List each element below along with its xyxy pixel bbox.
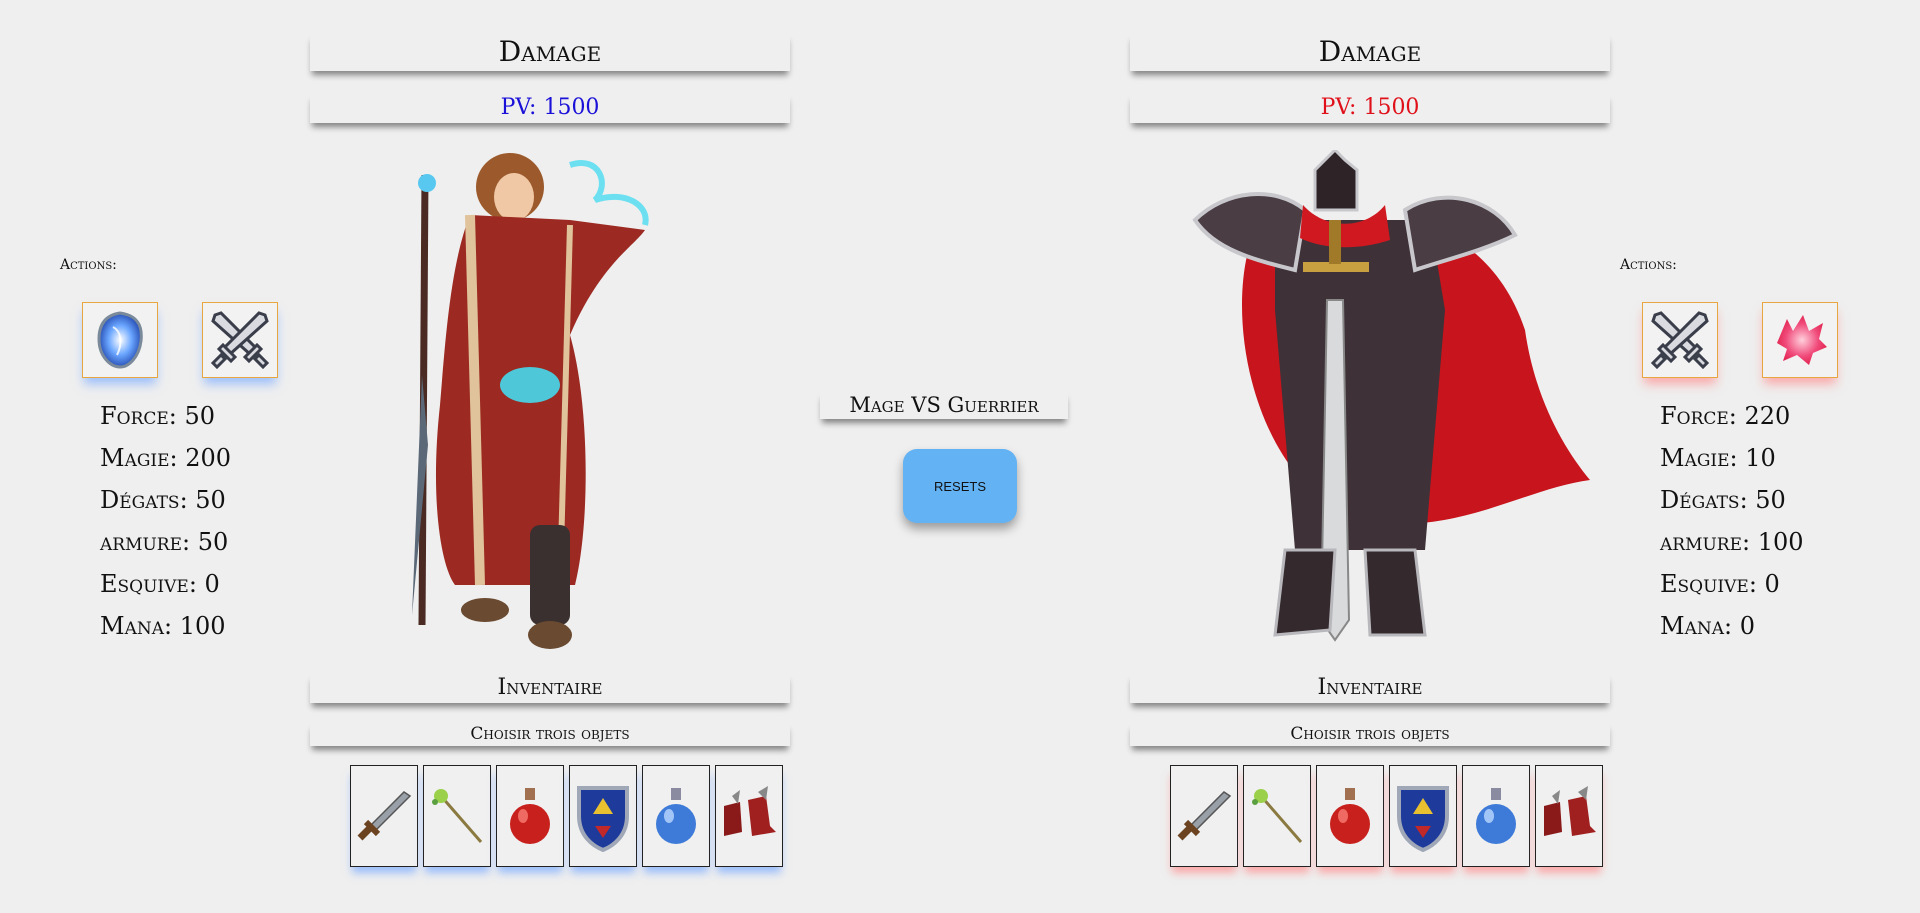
right-item-sword[interactable] xyxy=(1170,765,1238,867)
left-stat-esquive: Esquive: 0 xyxy=(100,570,220,598)
right-item-shield[interactable] xyxy=(1389,765,1457,867)
left-stat-mana: Mana: 100 xyxy=(100,612,226,640)
shield-icon xyxy=(1397,786,1449,852)
staff-icon xyxy=(432,789,483,843)
magic-shield-icon xyxy=(97,311,143,369)
shield-icon xyxy=(577,786,629,852)
right-pv: PV: 1500 xyxy=(1130,93,1610,123)
sword-icon xyxy=(357,791,412,841)
crossed-swords-icon xyxy=(1650,311,1710,370)
boots-icon xyxy=(1544,786,1596,836)
left-item-boots[interactable] xyxy=(715,765,783,867)
rage-wolf-icon xyxy=(1777,315,1827,365)
right-stat-armure: armure: 100 xyxy=(1660,528,1804,556)
left-action-attack[interactable] xyxy=(202,302,278,378)
left-item-shield[interactable] xyxy=(569,765,637,867)
left-item-blue-potion[interactable] xyxy=(642,765,710,867)
right-choose-label: Choisir trois objets xyxy=(1130,722,1610,746)
right-item-boots[interactable] xyxy=(1535,765,1603,867)
right-stats: Force: 220 Magie: 10 Dégats: 50 armure: … xyxy=(1660,395,1804,647)
left-pv: PV: 1500 xyxy=(310,93,790,123)
red-potion-icon xyxy=(510,788,550,844)
match-title: Mage VS Guerrier xyxy=(820,391,1068,419)
warrior-portrait xyxy=(1192,150,1590,642)
sword-icon xyxy=(1177,791,1232,841)
crossed-swords-icon xyxy=(210,311,270,370)
right-stat-magie: Magie: 10 xyxy=(1660,444,1776,472)
left-choose-label: Choisir trois objets xyxy=(310,722,790,746)
left-stat-force: Force: 50 xyxy=(100,402,216,430)
left-action-magic-shield[interactable] xyxy=(82,302,158,378)
right-item-red-potion[interactable] xyxy=(1316,765,1384,867)
left-stat-degats: Dégats: 50 xyxy=(100,486,226,514)
right-stat-force: Force: 220 xyxy=(1660,402,1791,430)
reset-button[interactable]: RESETS xyxy=(903,449,1017,523)
left-stat-armure: armure: 50 xyxy=(100,528,229,556)
boots-icon xyxy=(724,786,776,836)
right-inventory xyxy=(1170,765,1603,867)
right-item-staff[interactable] xyxy=(1243,765,1311,867)
left-actions-label: Actions: xyxy=(60,257,117,273)
staff-icon xyxy=(1252,789,1303,843)
right-stat-degats: Dégats: 50 xyxy=(1660,486,1786,514)
red-potion-icon xyxy=(1330,788,1370,844)
blue-potion-icon xyxy=(656,788,696,844)
left-stat-magie: Magie: 200 xyxy=(100,444,232,472)
right-item-blue-potion[interactable] xyxy=(1462,765,1530,867)
left-item-red-potion[interactable] xyxy=(496,765,564,867)
right-inventory-title: Inventaire xyxy=(1130,673,1610,703)
right-action-attack[interactable] xyxy=(1642,302,1718,378)
blue-potion-icon xyxy=(1476,788,1516,844)
left-item-staff[interactable] xyxy=(423,765,491,867)
right-stat-esquive: Esquive: 0 xyxy=(1660,570,1780,598)
left-damage-title: Damage xyxy=(310,33,790,71)
left-inventory-title: Inventaire xyxy=(310,673,790,703)
right-actions-label: Actions: xyxy=(1620,257,1677,273)
right-action-rage[interactable] xyxy=(1762,302,1838,378)
right-stat-mana: Mana: 0 xyxy=(1660,612,1755,640)
left-stats: Force: 50 Magie: 200 Dégats: 50 armure: … xyxy=(100,395,231,647)
mage-portrait xyxy=(412,153,649,649)
left-item-sword[interactable] xyxy=(350,765,418,867)
right-damage-title: Damage xyxy=(1130,33,1610,71)
left-inventory xyxy=(350,765,783,867)
